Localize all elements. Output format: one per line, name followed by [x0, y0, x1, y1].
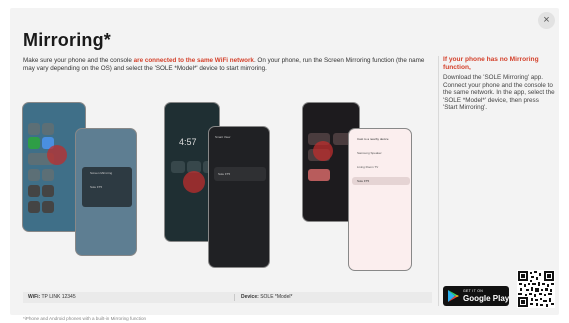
intro-text: Make sure your phone and the console are…: [23, 57, 429, 72]
no-mirroring-title: If your phone has no Mirroring function,: [443, 56, 539, 71]
google-play-button[interactable]: GET IT ON Google Play: [443, 286, 509, 306]
iphone-illustration: Screen Mirroring Sole FT5: [20, 100, 145, 256]
samsung-panel-title: Smart View: [215, 135, 231, 139]
device-label: Device:: [241, 294, 259, 300]
samsung-device: Sole FT5: [218, 172, 231, 176]
samsung-illustration: 4:57 Smart View Sole FT5: [162, 100, 280, 270]
google-play-icon: [448, 290, 459, 302]
connection-info-bar: WiFi: TP LINK 12345 Device: SOLE *Model*: [23, 292, 432, 303]
store-name: Google Play: [463, 294, 510, 303]
device-info: Device: SOLE *Model*: [241, 292, 292, 303]
no-mirroring-text: Download the 'SOLE Mirroring' app. Conne…: [443, 74, 555, 112]
pixel-device: Living Room TV: [357, 165, 379, 169]
iphone-popup-device: Sole FT5: [90, 185, 103, 189]
intro-text-part: Make sure your phone and the console: [23, 57, 134, 64]
close-icon[interactable]: ×: [538, 12, 555, 29]
samsung-clock: 4:57: [179, 137, 197, 147]
store-get-it-on: GET IT ON: [463, 289, 484, 293]
wifi-info: WiFi: TP LINK 12345: [28, 292, 76, 303]
qr-code[interactable]: [517, 270, 555, 308]
intro-highlight: are connected to the same WiFi network: [133, 57, 254, 64]
pixel-device: Sole FT5: [357, 179, 370, 183]
page-title: Mirroring*: [23, 30, 112, 50]
pixel-illustration: Cast to a nearby device Samsung Speaker …: [298, 100, 416, 272]
divider: [234, 294, 235, 301]
pixel-device: Samsung Speaker: [357, 151, 382, 155]
device-value: SOLE *Model*: [260, 294, 293, 300]
iphone-popup-title: Screen Mirroring: [90, 171, 113, 175]
mirroring-dialog: × Mirroring* Make sure your phone and th…: [10, 8, 559, 321]
wifi-label: WiFi:: [28, 294, 41, 300]
pixel-panel-title: Cast to a nearby device: [357, 137, 389, 141]
wifi-value: TP LINK 12345: [41, 294, 76, 300]
divider: [438, 56, 439, 306]
footnote: *iPhone and Android phones with a built-…: [23, 316, 147, 321]
